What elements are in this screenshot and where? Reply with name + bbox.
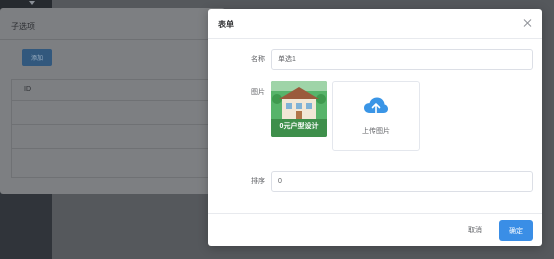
form-dialog: 表单 名称 单选1 图片 0元户型设计 上传图片 排序 0 取消 确定 (208, 9, 542, 246)
name-input[interactable]: 单选1 (271, 49, 533, 70)
chevron-down-icon (29, 1, 35, 5)
name-label: 名称 (251, 56, 265, 63)
table-row (12, 125, 224, 149)
table-header-id: ID (12, 80, 224, 101)
options-table: ID (11, 79, 225, 178)
dialog-header: 表单 (208, 9, 542, 39)
table-row (12, 149, 224, 173)
dialog-title: 表单 (218, 20, 234, 29)
cancel-button[interactable]: 取消 (459, 221, 491, 239)
order-label: 排序 (251, 178, 265, 185)
uploaded-image-thumbnail[interactable]: 0元户型设计 (271, 81, 327, 137)
add-button: 添加 (22, 49, 52, 66)
upload-image-label: 上传图片 (362, 128, 390, 135)
confirm-button[interactable]: 确定 (499, 220, 533, 241)
child-options-title: 子选项 (11, 22, 35, 31)
order-input[interactable]: 0 (271, 171, 533, 192)
footer-divider (208, 213, 542, 214)
image-caption: 0元户型设计 (279, 123, 319, 130)
upload-image-button[interactable]: 上传图片 (332, 81, 420, 151)
cloud-upload-icon (364, 97, 388, 117)
child-options-dialog: 子选项 添加 ID (0, 8, 225, 194)
divider (0, 39, 225, 40)
close-icon[interactable] (523, 18, 533, 28)
image-label: 图片 (251, 89, 265, 96)
table-row (12, 101, 224, 125)
